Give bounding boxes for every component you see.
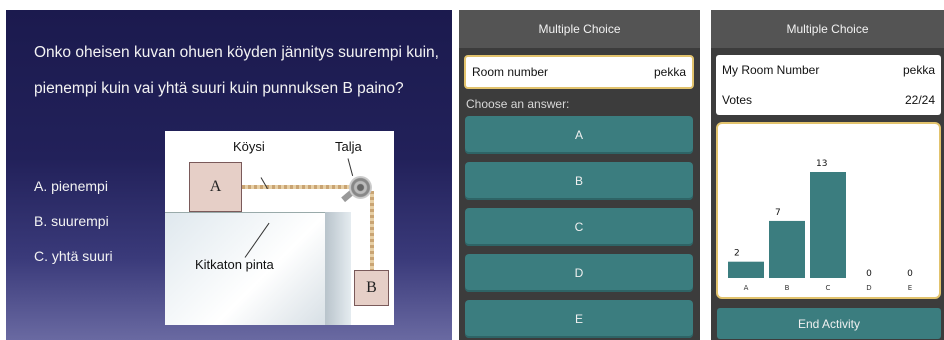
results-info: My Room Number pekka Votes 22/24: [716, 55, 941, 115]
block-a: A: [189, 162, 242, 212]
category-label-a: A: [744, 284, 749, 292]
category-label-e: E: [908, 284, 912, 292]
pulley-pointer: [347, 158, 354, 177]
answer-button-c[interactable]: C: [465, 208, 693, 246]
block-b: B: [354, 270, 389, 306]
rope-horizontal: [242, 185, 356, 189]
option-c: C. yhtä suuri: [34, 248, 113, 264]
choose-answer-label: Choose an answer:: [466, 97, 570, 111]
answer-button-b[interactable]: B: [465, 162, 693, 200]
votes-label: Votes: [722, 93, 753, 107]
bar-b: [769, 220, 805, 278]
results-chart: 2 A 7 B 13 C 0 D 0 E: [716, 122, 941, 299]
results-screen-header: Multiple Choice: [711, 10, 944, 48]
question-text: Onko oheisen kuvan ohuen köyden jännitys…: [34, 44, 439, 97]
value-label-e: 0: [907, 269, 913, 279]
rope-vertical: [370, 191, 374, 271]
results-screen: Multiple Choice My Room Number pekka Vot…: [711, 10, 944, 340]
pulley-label: Talja: [335, 139, 362, 154]
bar-chart-svg: 2 A 7 B 13 C 0 D 0 E: [728, 159, 913, 292]
room-number-label: Room number: [472, 65, 549, 79]
bar-a: [728, 261, 764, 278]
rope-label: Köysi: [233, 139, 265, 154]
physics-figure: A B Köysi Talja Kitkaton pinta: [165, 131, 394, 325]
option-b: B. suurempi: [34, 213, 109, 229]
value-label-d: 0: [866, 269, 872, 279]
value-label-c: 13: [816, 159, 827, 169]
room-number-field[interactable]: Room number pekka: [464, 55, 694, 89]
value-label-b: 7: [775, 208, 781, 218]
room-number-value: pekka: [653, 65, 686, 79]
answer-screen: Multiple Choice Room number pekka Choose…: [459, 10, 700, 340]
bar-c: [810, 172, 846, 278]
table-edge: [325, 212, 351, 325]
my-room-value: pekka: [902, 63, 935, 77]
category-label-d: D: [866, 284, 871, 292]
end-activity-button[interactable]: End Activity: [717, 308, 941, 339]
pulley-icon: [349, 176, 372, 199]
screen-root: Onko oheisen kuvan ohuen köyden jännitys…: [0, 0, 944, 340]
answer-screen-header: Multiple Choice: [459, 10, 700, 48]
answer-button-e[interactable]: E: [465, 300, 693, 338]
my-room-label: My Room Number: [722, 63, 820, 77]
surface-label: Kitkaton pinta: [195, 257, 274, 272]
value-label-a: 2: [734, 249, 740, 259]
votes-row: Votes 22/24: [716, 85, 941, 115]
answer-button-d[interactable]: D: [465, 254, 693, 292]
question-slide: Onko oheisen kuvan ohuen köyden jännitys…: [6, 10, 452, 340]
room-row: My Room Number pekka: [716, 55, 941, 85]
votes-value: 22/24: [904, 93, 935, 107]
answer-button-a[interactable]: A: [465, 116, 693, 154]
category-label-c: C: [826, 284, 831, 292]
option-a: A. pienempi: [34, 178, 108, 194]
category-label-b: B: [785, 284, 790, 292]
